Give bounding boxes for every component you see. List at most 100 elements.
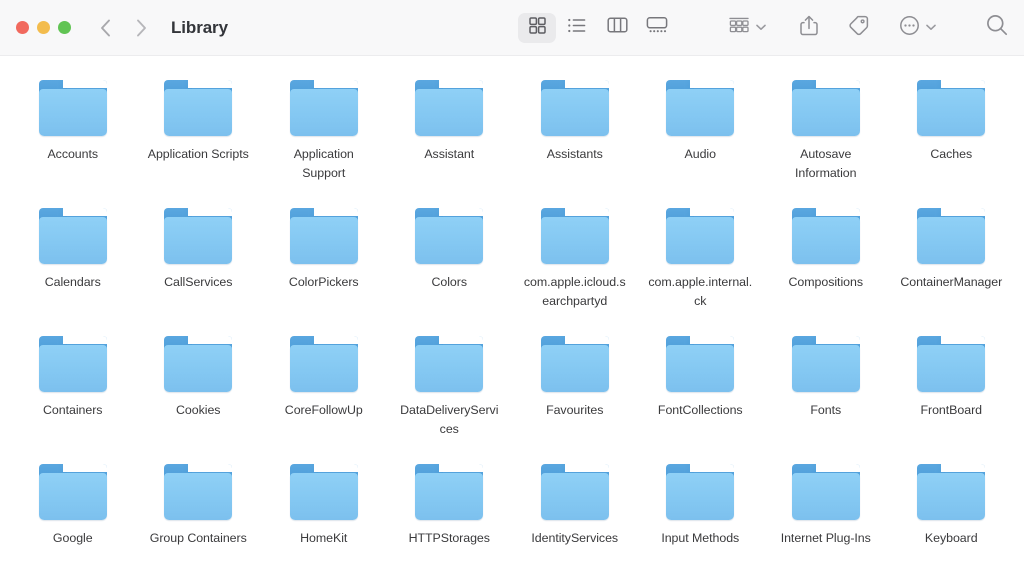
group-by-button[interactable] xyxy=(722,12,776,44)
file-item-label: Fonts xyxy=(810,403,842,417)
file-item[interactable]: Assistants xyxy=(512,76,638,204)
folder-icon xyxy=(289,464,358,520)
chevron-down-icon xyxy=(926,24,936,31)
file-item[interactable]: HTTPStorages xyxy=(387,460,513,563)
file-item[interactable]: FrontBoard xyxy=(889,332,1015,460)
folder-icon xyxy=(540,208,609,264)
file-item[interactable]: Application Scripts xyxy=(136,76,262,204)
folder-icon xyxy=(666,208,735,264)
file-item[interactable]: DataDeliveryServices xyxy=(387,332,513,460)
grid-view-icon xyxy=(528,16,547,40)
minimize-button[interactable] xyxy=(37,21,50,34)
folder-icon xyxy=(289,336,358,392)
folder-icon xyxy=(164,336,233,392)
file-item[interactable]: Containers xyxy=(10,332,136,460)
folder-icon xyxy=(38,464,107,520)
file-item-label: HomeKit xyxy=(300,531,348,545)
column-view-icon xyxy=(606,16,628,39)
file-item[interactable]: Internet Plug-Ins xyxy=(763,460,889,563)
file-item[interactable]: CallServices xyxy=(136,204,262,332)
file-item[interactable]: IdentityServices xyxy=(512,460,638,563)
file-item-label: Google xyxy=(52,531,93,545)
folder-icon xyxy=(164,464,233,520)
maximize-button[interactable] xyxy=(58,21,71,34)
tags-button[interactable] xyxy=(842,12,875,44)
column-view-button[interactable] xyxy=(598,13,636,43)
file-item[interactable]: com.apple.icloud.searchpartyd xyxy=(512,204,638,332)
file-item[interactable]: Accounts xyxy=(10,76,136,204)
file-item-label: com.apple.internal.ck xyxy=(648,275,753,308)
file-item[interactable]: Cookies xyxy=(136,332,262,460)
file-item[interactable]: Compositions xyxy=(763,204,889,332)
folder-icon xyxy=(164,80,233,136)
file-item-label: Application Support xyxy=(293,147,354,180)
gallery-view-icon xyxy=(646,16,668,39)
file-item-label: Group Containers xyxy=(149,531,247,545)
file-item-label: Application Scripts xyxy=(147,147,249,161)
file-item-label: ColorPickers xyxy=(288,275,359,289)
file-item-label: Autosave Information xyxy=(795,147,857,180)
folder-icon xyxy=(38,336,107,392)
icon-grid: Accounts Application Scripts Application S… xyxy=(0,76,1024,563)
file-item-label: FontCollections xyxy=(657,403,743,417)
group-by-icon xyxy=(728,16,750,40)
folder-icon xyxy=(791,464,860,520)
file-item[interactable]: com.apple.internal.ck xyxy=(638,204,764,332)
file-item[interactable]: Google xyxy=(10,460,136,563)
file-item-label: Cookies xyxy=(176,403,221,417)
search-button[interactable] xyxy=(980,12,1014,44)
list-view-icon xyxy=(567,16,587,40)
file-item-label: ContainerManager xyxy=(900,275,1003,289)
file-item[interactable]: Fonts xyxy=(763,332,889,460)
file-item-label: Compositions xyxy=(788,275,864,289)
file-item-label: CallServices xyxy=(164,275,233,289)
file-item[interactable]: CoreFollowUp xyxy=(261,332,387,460)
file-item-label: Accounts xyxy=(47,147,99,161)
close-button[interactable] xyxy=(16,21,29,34)
share-button[interactable] xyxy=(794,12,824,44)
file-item[interactable]: ContainerManager xyxy=(889,204,1015,332)
icon-view-button[interactable] xyxy=(518,12,556,43)
file-item-label: com.apple.icloud.searchpartyd xyxy=(523,275,626,308)
file-item[interactable]: HomeKit xyxy=(261,460,387,563)
folder-icon xyxy=(38,80,107,136)
file-item[interactable]: Caches xyxy=(889,76,1015,204)
folder-icon xyxy=(164,208,233,264)
gallery-view-button[interactable] xyxy=(638,13,676,43)
file-item[interactable]: Calendars xyxy=(10,204,136,332)
file-item[interactable]: ColorPickers xyxy=(261,204,387,332)
back-button[interactable] xyxy=(95,16,115,40)
forward-button[interactable] xyxy=(131,16,151,40)
tag-icon xyxy=(848,15,869,41)
file-item[interactable]: Keyboard xyxy=(889,460,1015,563)
file-item[interactable]: Group Containers xyxy=(136,460,262,563)
folder-icon xyxy=(540,464,609,520)
file-item[interactable]: Favourites xyxy=(512,332,638,460)
more-actions-button[interactable] xyxy=(893,12,946,44)
file-item[interactable]: Autosave Information xyxy=(763,76,889,204)
folder-icon xyxy=(289,208,358,264)
search-icon xyxy=(986,14,1008,41)
file-item-label: Assistant xyxy=(424,147,475,161)
file-item[interactable]: Application Support xyxy=(261,76,387,204)
file-item[interactable]: FontCollections xyxy=(638,332,764,460)
file-item[interactable]: Colors xyxy=(387,204,513,332)
file-item-label: Colors xyxy=(431,275,467,289)
window-toolbar: Library xyxy=(0,0,1024,56)
file-item-label: Calendars xyxy=(44,275,101,289)
folder-icon xyxy=(415,336,484,392)
folder-icon xyxy=(917,336,986,392)
list-view-button[interactable] xyxy=(558,13,596,43)
file-item[interactable]: Input Methods xyxy=(638,460,764,563)
file-item[interactable]: Audio xyxy=(638,76,764,204)
window-title: Library xyxy=(171,17,228,37)
folder-icon xyxy=(415,80,484,136)
folder-icon xyxy=(540,336,609,392)
file-browser-content[interactable]: Accounts Application Scripts Application S… xyxy=(0,56,1024,563)
file-item[interactable]: Assistant xyxy=(387,76,513,204)
ellipsis-circle-icon xyxy=(899,15,920,41)
folder-icon xyxy=(917,80,986,136)
file-item-label: Audio xyxy=(684,147,717,161)
file-item-label: Input Methods xyxy=(661,531,740,545)
folder-icon xyxy=(415,464,484,520)
